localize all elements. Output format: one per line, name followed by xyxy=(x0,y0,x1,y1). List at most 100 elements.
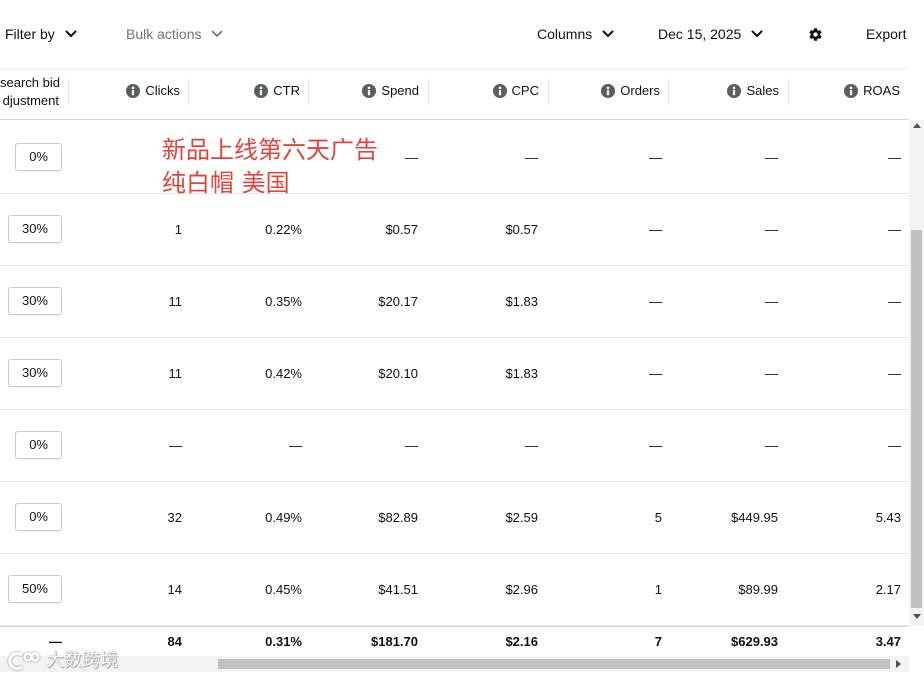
info-icon[interactable] xyxy=(254,84,269,98)
bid-adjustment-header-line1: search bid xyxy=(0,75,60,90)
column-header-ctr[interactable]: CTR xyxy=(190,81,300,101)
ctr-cell: 0.45% xyxy=(265,582,302,597)
spend-cell: $20.17 xyxy=(378,294,418,309)
vertical-scrollbar[interactable] xyxy=(909,120,924,626)
table-row: 30% 11 0.42% $20.10 $1.83 — — — xyxy=(0,338,909,410)
ctr-cell: 0.22% xyxy=(265,222,302,237)
watermark-text: 大数跨境 xyxy=(46,650,118,671)
info-icon[interactable] xyxy=(492,84,507,98)
column-header-bid-adjustment[interactable]: search bid djustment xyxy=(0,74,60,110)
bid-adjustment-button[interactable]: 30% xyxy=(7,215,62,243)
horizontal-scrollbar-thumb[interactable] xyxy=(218,659,890,669)
sales-cell: $89.99 xyxy=(738,582,778,597)
bid-adjustment-button[interactable]: 30% xyxy=(7,359,62,387)
export-button[interactable]: Export xyxy=(866,24,906,44)
scroll-down-arrow-icon[interactable] xyxy=(913,614,921,619)
watermark-logo-icon xyxy=(8,652,40,670)
column-header-orders[interactable]: Orders xyxy=(550,81,660,101)
bulk-actions-dropdown[interactable]: Bulk actions xyxy=(126,24,223,44)
column-header-roas[interactable]: ROAS xyxy=(790,81,900,101)
column-header-clicks[interactable]: Clicks xyxy=(70,81,180,101)
roas-cell: — xyxy=(888,294,901,309)
roas-cell: — xyxy=(888,222,901,237)
spend-cell: $0.57 xyxy=(385,222,418,237)
date-range-dropdown[interactable]: Dec 15, 2025 xyxy=(658,24,763,44)
clicks-cell: 1 xyxy=(174,222,182,237)
filter-by-dropdown[interactable]: Filter by xyxy=(5,24,77,44)
filter-by-label: Filter by xyxy=(5,26,55,42)
sales-cell: $449.95 xyxy=(731,510,778,525)
spend-cell: $20.10 xyxy=(378,366,418,381)
orders-cell: 1 xyxy=(654,582,662,597)
roas-header-label: ROAS xyxy=(863,83,900,98)
orders-cell: — xyxy=(649,438,662,453)
clicks-cell: 14 xyxy=(167,582,182,597)
orders-cell: — xyxy=(649,150,662,165)
ctr-cell: 0.42% xyxy=(265,366,302,381)
column-header-spend[interactable]: Spend xyxy=(310,81,419,101)
ctr-cell: 0.35% xyxy=(265,294,302,309)
column-divider xyxy=(308,79,309,105)
sales-cell: — xyxy=(765,150,778,165)
bid-adjustment-header-line2: djustment xyxy=(2,93,59,108)
table-header: search bid djustment Clicks CTR Spend CP… xyxy=(0,68,909,120)
clicks-cell: 11 xyxy=(168,366,183,381)
cpc-header-label: CPC xyxy=(511,83,539,98)
column-header-cpc[interactable]: CPC xyxy=(430,81,539,101)
column-divider xyxy=(788,79,789,105)
total-ctr: 0.31% xyxy=(265,634,302,649)
watermark: 大数跨境 xyxy=(8,650,118,672)
info-icon[interactable] xyxy=(362,84,377,98)
clicks-header-label: Clicks xyxy=(145,83,180,98)
red-annotation-text: 新品上线第六天广告 纯白帽 美国 xyxy=(162,134,378,200)
orders-cell: — xyxy=(649,222,662,237)
bid-adjustment-button[interactable]: 30% xyxy=(7,287,62,315)
total-spend: $181.70 xyxy=(371,634,418,649)
settings-button[interactable] xyxy=(808,26,824,42)
bid-adjustment-button[interactable]: 0% xyxy=(15,143,62,171)
clicks-cell: 32 xyxy=(167,510,182,525)
column-divider xyxy=(68,79,69,105)
spend-cell: $41.51 xyxy=(378,582,418,597)
roas-cell: 5.43 xyxy=(875,510,901,525)
ctr-header-label: CTR xyxy=(273,83,300,98)
column-divider xyxy=(188,79,189,105)
orders-cell: — xyxy=(649,366,662,381)
scroll-right-arrow-icon[interactable] xyxy=(896,660,901,668)
column-divider xyxy=(668,79,669,105)
bid-adjustment-button[interactable]: 50% xyxy=(7,575,62,603)
spend-cell: $82.89 xyxy=(378,510,418,525)
sales-cell: — xyxy=(765,222,778,237)
cpc-cell: — xyxy=(525,150,538,165)
spend-cell: — xyxy=(405,438,418,453)
table-row: 0% — — — — — — — xyxy=(0,410,909,482)
cpc-cell: — xyxy=(525,438,538,453)
chevron-down-icon xyxy=(602,30,614,37)
chevron-down-icon xyxy=(65,30,77,37)
info-icon[interactable] xyxy=(727,84,742,98)
bid-adjustment-button[interactable]: 0% xyxy=(15,503,62,531)
info-icon[interactable] xyxy=(601,84,616,98)
column-divider xyxy=(548,79,549,105)
total-roas: 3.47 xyxy=(875,634,901,649)
vertical-scrollbar-thumb[interactable] xyxy=(911,230,922,608)
total-orders: 7 xyxy=(654,634,662,649)
scroll-up-arrow-icon[interactable] xyxy=(913,123,921,128)
orders-cell: 5 xyxy=(654,510,662,525)
bid-adjustment-button[interactable]: 0% xyxy=(15,431,62,459)
cpc-cell: $0.57 xyxy=(505,222,538,237)
gear-icon xyxy=(809,27,822,41)
columns-dropdown[interactable]: Columns xyxy=(537,24,614,44)
roas-cell: — xyxy=(888,150,901,165)
sales-cell: — xyxy=(765,294,778,309)
roas-cell: — xyxy=(888,438,901,453)
info-icon[interactable] xyxy=(844,84,859,98)
sales-header-label: Sales xyxy=(746,83,779,98)
horizontal-scrollbar[interactable] xyxy=(0,656,909,672)
table-row: 50% 14 0.45% $41.51 $2.96 1 $89.99 2.17 xyxy=(0,554,909,626)
annotation-line-1: 新品上线第六天广告 xyxy=(162,136,378,164)
columns-label: Columns xyxy=(537,26,593,42)
info-icon[interactable] xyxy=(126,84,141,98)
column-header-sales[interactable]: Sales xyxy=(670,81,779,101)
table-row: 30% 1 0.22% $0.57 $0.57 — — — xyxy=(0,194,909,266)
